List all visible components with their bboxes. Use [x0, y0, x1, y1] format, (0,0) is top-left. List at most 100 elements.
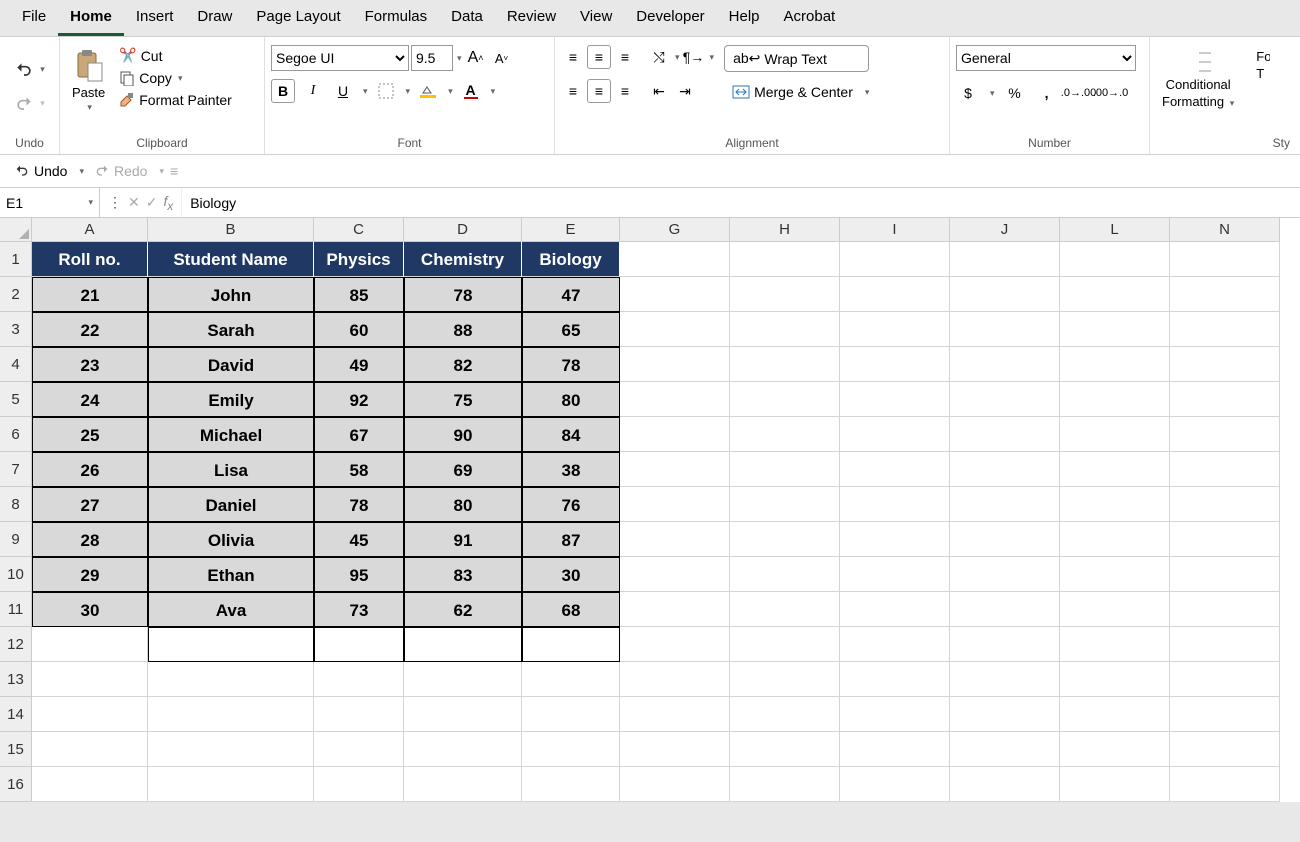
row-header[interactable]: 7 — [0, 452, 32, 487]
cell[interactable] — [522, 767, 620, 802]
cell[interactable] — [1170, 312, 1280, 347]
row-header[interactable]: 6 — [0, 417, 32, 452]
cell[interactable] — [314, 662, 404, 697]
cell[interactable] — [1170, 662, 1280, 697]
cell[interactable] — [950, 347, 1060, 382]
align-left-icon[interactable]: ≡ — [561, 79, 585, 103]
row-header[interactable]: 15 — [0, 732, 32, 767]
cell[interactable]: Biology — [522, 242, 620, 277]
row-header[interactable]: 5 — [0, 382, 32, 417]
wrap-text-button[interactable]: ab↩ Wrap Text — [724, 45, 869, 72]
cell[interactable] — [730, 487, 840, 522]
cell[interactable]: 85 — [314, 277, 404, 312]
cell[interactable]: 28 — [32, 522, 148, 557]
font-color-button[interactable]: A — [459, 79, 483, 103]
cell[interactable] — [1170, 522, 1280, 557]
cell[interactable] — [1060, 452, 1170, 487]
menu-review[interactable]: Review — [495, 0, 568, 36]
cell[interactable] — [1060, 277, 1170, 312]
cell[interactable] — [404, 767, 522, 802]
col-header[interactable]: H — [730, 218, 840, 242]
cell[interactable]: 27 — [32, 487, 148, 522]
menu-acrobat[interactable]: Acrobat — [772, 0, 848, 36]
col-header[interactable]: I — [840, 218, 950, 242]
cell[interactable] — [1060, 487, 1170, 522]
cell[interactable] — [1170, 592, 1280, 627]
cell[interactable] — [620, 382, 730, 417]
cell[interactable]: 82 — [404, 347, 522, 382]
increase-font-icon[interactable]: A˄ — [464, 46, 488, 70]
menu-developer[interactable]: Developer — [624, 0, 716, 36]
cell[interactable]: 49 — [314, 347, 404, 382]
cell[interactable] — [950, 487, 1060, 522]
cell[interactable] — [522, 662, 620, 697]
cell[interactable]: Emily — [148, 382, 314, 417]
cell[interactable] — [620, 767, 730, 802]
cell[interactable] — [950, 452, 1060, 487]
col-header[interactable]: N — [1170, 218, 1280, 242]
cell[interactable]: 45 — [314, 522, 404, 557]
cell[interactable] — [950, 382, 1060, 417]
cell[interactable] — [730, 452, 840, 487]
menu-draw[interactable]: Draw — [185, 0, 244, 36]
cell[interactable] — [730, 347, 840, 382]
chevron-down-icon[interactable]: ▾ — [491, 86, 496, 97]
qat-overflow-icon[interactable]: ≡ — [170, 163, 178, 179]
cell[interactable]: 80 — [404, 487, 522, 522]
chevron-down-icon[interactable]: ▾ — [710, 52, 715, 63]
conditional-formatting-button[interactable]: Conditional Formatting ▾ — [1156, 45, 1240, 113]
cell[interactable] — [730, 767, 840, 802]
cell[interactable]: 25 — [32, 417, 148, 452]
qat-undo-button[interactable]: Undo — [10, 161, 71, 181]
spreadsheet-grid[interactable]: A B C D E G H I J L N 1Roll no.Student N… — [0, 218, 1300, 802]
cell[interactable] — [148, 732, 314, 767]
cell[interactable]: Ethan — [148, 557, 314, 592]
row-header[interactable]: 10 — [0, 557, 32, 592]
cell[interactable] — [840, 662, 950, 697]
chevron-down-icon[interactable]: ▾ — [448, 86, 453, 97]
cell[interactable] — [620, 522, 730, 557]
col-header[interactable]: L — [1060, 218, 1170, 242]
align-middle-icon[interactable]: ≡ — [587, 45, 611, 69]
cell[interactable] — [1060, 312, 1170, 347]
format-painter-button[interactable]: Format Painter — [115, 90, 236, 110]
cell[interactable] — [620, 732, 730, 767]
cell[interactable]: 92 — [314, 382, 404, 417]
cell[interactable] — [404, 732, 522, 767]
cell[interactable]: 29 — [32, 557, 148, 592]
cell[interactable] — [522, 697, 620, 732]
orientation-icon[interactable]: ⤭ — [647, 45, 671, 69]
increase-decimal-icon[interactable]: .0→.00 — [1067, 81, 1091, 105]
cell[interactable] — [148, 697, 314, 732]
cell[interactable] — [620, 627, 730, 662]
cell[interactable] — [620, 347, 730, 382]
cell[interactable] — [404, 627, 522, 662]
copy-button[interactable]: Copy ▾ — [115, 68, 236, 88]
cell[interactable] — [314, 697, 404, 732]
cell[interactable] — [950, 242, 1060, 277]
fill-color-button[interactable] — [416, 79, 440, 103]
col-header[interactable]: J — [950, 218, 1060, 242]
enter-icon[interactable]: ✓ — [146, 194, 158, 211]
cell[interactable] — [620, 242, 730, 277]
cell[interactable] — [620, 452, 730, 487]
cell[interactable] — [950, 767, 1060, 802]
cell[interactable]: 47 — [522, 277, 620, 312]
chevron-down-icon[interactable]: ▾ — [79, 166, 84, 177]
cell[interactable] — [730, 697, 840, 732]
cell[interactable] — [840, 487, 950, 522]
row-header[interactable]: 1 — [0, 242, 32, 277]
cell[interactable] — [730, 417, 840, 452]
col-header[interactable]: A — [32, 218, 148, 242]
underline-button[interactable]: U — [331, 79, 355, 103]
merge-center-button[interactable]: Merge & Center — [724, 80, 861, 104]
number-format-select[interactable]: General — [956, 45, 1136, 71]
cell[interactable]: 88 — [404, 312, 522, 347]
cell[interactable]: Olivia — [148, 522, 314, 557]
cell[interactable] — [950, 417, 1060, 452]
cell[interactable] — [1060, 662, 1170, 697]
cell[interactable] — [1060, 627, 1170, 662]
cell[interactable] — [1170, 277, 1280, 312]
cell[interactable]: 68 — [522, 592, 620, 627]
cell[interactable]: 75 — [404, 382, 522, 417]
